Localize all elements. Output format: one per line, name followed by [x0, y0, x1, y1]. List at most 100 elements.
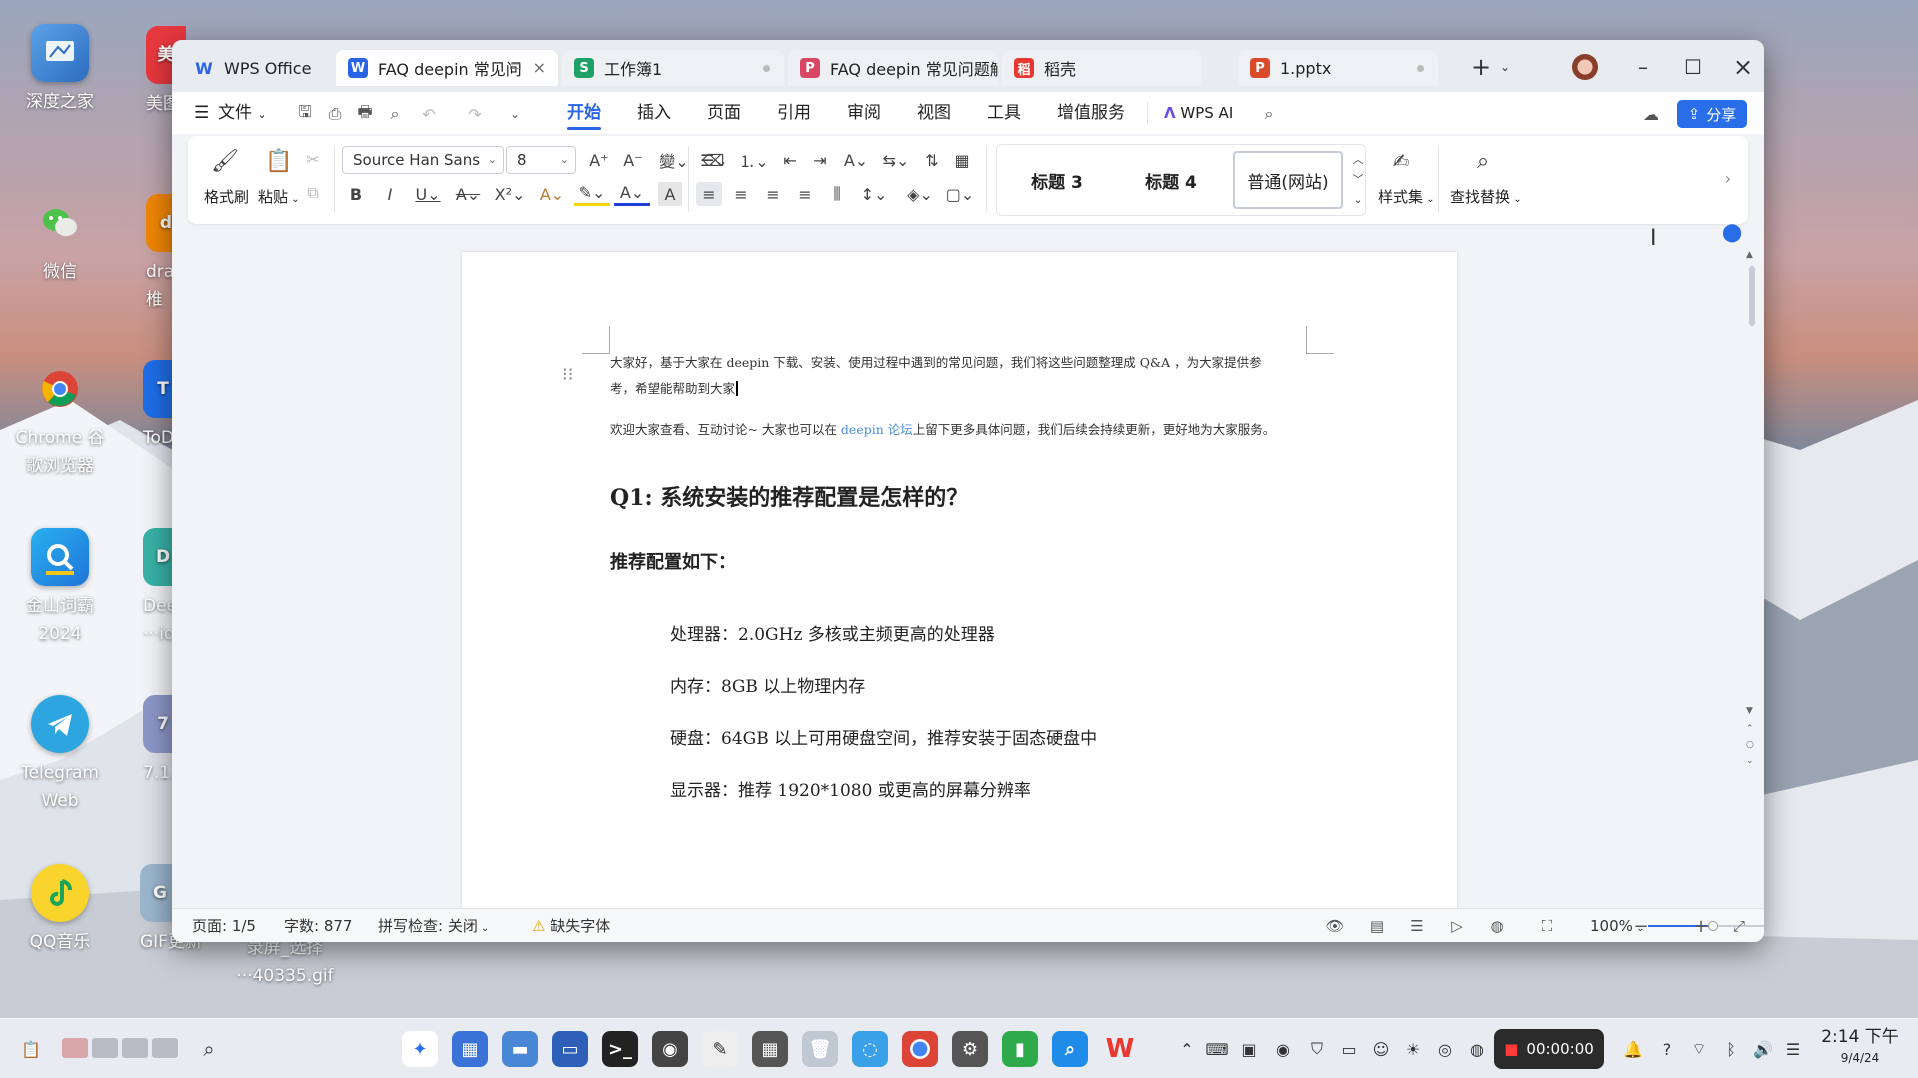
- strikethrough-icon[interactable]: A⌄: [450, 182, 486, 206]
- clock[interactable]: 2:14 下午 9/4/24: [1810, 1025, 1910, 1067]
- minimize-icon[interactable]: –: [1628, 52, 1658, 82]
- fit-page-icon[interactable]: ⛶: [1538, 917, 1556, 935]
- next-page-icon[interactable]: ⌄: [1746, 756, 1754, 766]
- align-right-icon[interactable]: ≡: [760, 182, 786, 206]
- launcher-icon[interactable]: ✦: [402, 1031, 438, 1067]
- style-set-icon[interactable]: ✍: [1386, 146, 1416, 176]
- calculator-icon[interactable]: ▦: [752, 1031, 788, 1067]
- find-replace-icon[interactable]: ⌕: [1468, 146, 1498, 176]
- bullet-list-icon[interactable]: ☰⌄: [696, 148, 732, 172]
- desktop-icon-chrome[interactable]: Chrome 谷 歌浏览器: [5, 360, 115, 480]
- wifi-icon[interactable]: ⌔: [1688, 1038, 1710, 1060]
- tab-wps-office[interactable]: W WPS Office: [182, 50, 332, 86]
- paste-icon[interactable]: 📋: [264, 146, 294, 176]
- find-replace-label[interactable]: 查找替换 ⌄: [1450, 186, 1522, 207]
- char-shading-icon[interactable]: A: [658, 182, 682, 206]
- border-icon[interactable]: ▢⌄: [942, 182, 978, 206]
- multitask-view-icon[interactable]: ▦: [452, 1031, 488, 1067]
- bold-icon[interactable]: B: [344, 182, 368, 206]
- clipboard-icon[interactable]: 📋: [20, 1038, 42, 1060]
- save-icon[interactable]: 🖫: [294, 102, 316, 125]
- align-left-icon[interactable]: ≡: [696, 182, 722, 206]
- settings-icon[interactable]: ⚙: [952, 1031, 988, 1067]
- trash-icon[interactable]: 🗑: [802, 1031, 838, 1067]
- copy-icon[interactable]: ⧉: [302, 182, 324, 204]
- tab-page[interactable]: 页面: [707, 92, 741, 134]
- bluetooth-icon[interactable]: ᛒ: [1720, 1038, 1742, 1060]
- drag-handle-icon[interactable]: ⁝⁝: [562, 366, 573, 384]
- paste-label[interactable]: 粘贴 ⌄: [258, 186, 300, 207]
- export-icon[interactable]: ⎙: [324, 103, 346, 125]
- web-view-icon[interactable]: ◍: [1488, 917, 1506, 935]
- location-marker-icon[interactable]: ⬤: [1722, 222, 1742, 243]
- style-heading-3[interactable]: 标题 3: [1007, 151, 1107, 209]
- chat-icon[interactable]: ◌: [852, 1031, 888, 1067]
- screen-recorder-icon[interactable]: ◉: [652, 1031, 688, 1067]
- document-page[interactable]: ⁝⁝ 大家好，基于大家在 deepin 下载、安装、使用过程中遇到的常见问题，我…: [462, 252, 1457, 942]
- justify-icon[interactable]: ≡: [792, 182, 818, 206]
- format-painter-label[interactable]: 格式刷: [204, 186, 249, 207]
- workspace-3[interactable]: [122, 1038, 148, 1058]
- style-normal-web[interactable]: 普通(网站): [1233, 151, 1343, 209]
- line-spacing-icon[interactable]: ↕⌄: [856, 182, 892, 206]
- cloud-upload-icon[interactable]: ☁: [1640, 103, 1662, 125]
- scrollbar-thumb[interactable]: [1749, 266, 1755, 326]
- chevron-down-icon[interactable]: ⌄: [504, 103, 526, 125]
- tray-brightness-icon[interactable]: ☀: [1402, 1038, 1424, 1060]
- tab-references[interactable]: 引用: [777, 92, 811, 134]
- app-store-icon[interactable]: ▮: [1002, 1031, 1038, 1067]
- desktop-icon[interactable]: ▭: [552, 1031, 588, 1067]
- tab-workbook[interactable]: S 工作簿1: [562, 50, 784, 86]
- search-icon[interactable]: ⌕: [1258, 103, 1280, 125]
- desktop-icon-kingsoft-dict[interactable]: 金山词霸 2024: [5, 528, 115, 648]
- page-count[interactable]: 页面: 1/5: [192, 909, 256, 942]
- vertical-scrollbar[interactable]: ▲ ▼ ⌃ ○ ⌄: [1746, 236, 1758, 796]
- eye-icon[interactable]: 👁: [1325, 917, 1344, 935]
- tab-faq-pdf[interactable]: P FAQ deepin 常见问题解答: [788, 50, 998, 86]
- tab-view[interactable]: 视图: [917, 92, 951, 134]
- desktop-icon-qq-music[interactable]: QQ音乐: [5, 864, 115, 956]
- desktop-icon-deepin-home[interactable]: 深度之家: [5, 24, 115, 116]
- terminal-icon[interactable]: >_: [602, 1031, 638, 1067]
- font-name-select[interactable]: Source Han Sans ⌄: [342, 146, 504, 174]
- redo-icon[interactable]: ↷: [464, 103, 486, 125]
- text-effect-icon[interactable]: A⌄: [534, 182, 570, 206]
- gallery-expand-icon[interactable]: ⌄: [1351, 191, 1365, 207]
- volume-icon[interactable]: 🔊: [1752, 1038, 1774, 1060]
- desktop-icon-wechat[interactable]: 微信: [5, 194, 115, 286]
- tab-value-added[interactable]: 增值服务: [1057, 92, 1125, 134]
- forum-link[interactable]: deepin 论坛: [841, 422, 913, 437]
- file-menu[interactable]: 文件 ⌄: [218, 92, 267, 134]
- page-view-icon[interactable]: ▤: [1368, 917, 1386, 935]
- workspace-1[interactable]: [62, 1038, 88, 1058]
- notification-icon[interactable]: 🔔: [1622, 1038, 1644, 1060]
- font-color-icon[interactable]: A⌄: [614, 182, 650, 206]
- text-editor-icon[interactable]: ✎: [702, 1031, 738, 1067]
- tray-qq-icon[interactable]: ☺: [1370, 1038, 1392, 1060]
- table-icon[interactable]: ▦: [950, 148, 974, 172]
- tab-review[interactable]: 审阅: [847, 92, 881, 134]
- font-size-select[interactable]: 8 ⌄: [506, 146, 576, 174]
- tab-home[interactable]: 开始: [567, 92, 601, 134]
- print-preview-icon[interactable]: ⌕: [384, 103, 406, 125]
- tray-battery-icon[interactable]: ▭: [1338, 1038, 1360, 1060]
- workspace-2[interactable]: [92, 1038, 118, 1058]
- decrease-indent-icon[interactable]: ⇤: [778, 148, 802, 172]
- chevron-down-icon[interactable]: ⌄: [1490, 52, 1520, 82]
- tab-tools[interactable]: 工具: [987, 92, 1021, 134]
- style-set-label[interactable]: 样式集 ⌄: [1378, 186, 1435, 207]
- tray-eye-icon[interactable]: ◎: [1434, 1038, 1456, 1060]
- share-button[interactable]: ⇪ 分享: [1677, 100, 1747, 128]
- recording-indicator[interactable]: ■ 00:00:00: [1494, 1029, 1604, 1069]
- align-center-icon[interactable]: ≡: [728, 182, 754, 206]
- maximize-icon[interactable]: ☐: [1678, 52, 1708, 82]
- kingsoft-dict-icon[interactable]: ⌕: [1052, 1031, 1088, 1067]
- wps-office-icon[interactable]: W: [1102, 1031, 1138, 1067]
- numbered-list-icon[interactable]: ⒈⌄: [736, 148, 772, 172]
- convert-icon[interactable]: ⇆⌄: [878, 148, 914, 172]
- grow-font-icon[interactable]: A⁺: [586, 148, 612, 172]
- sort-icon[interactable]: ⇅: [920, 148, 944, 172]
- select-browse-icon[interactable]: ○: [1746, 740, 1754, 750]
- close-tab-icon[interactable]: ×: [533, 58, 546, 77]
- keyboard-icon[interactable]: ⌨: [1205, 1038, 1228, 1060]
